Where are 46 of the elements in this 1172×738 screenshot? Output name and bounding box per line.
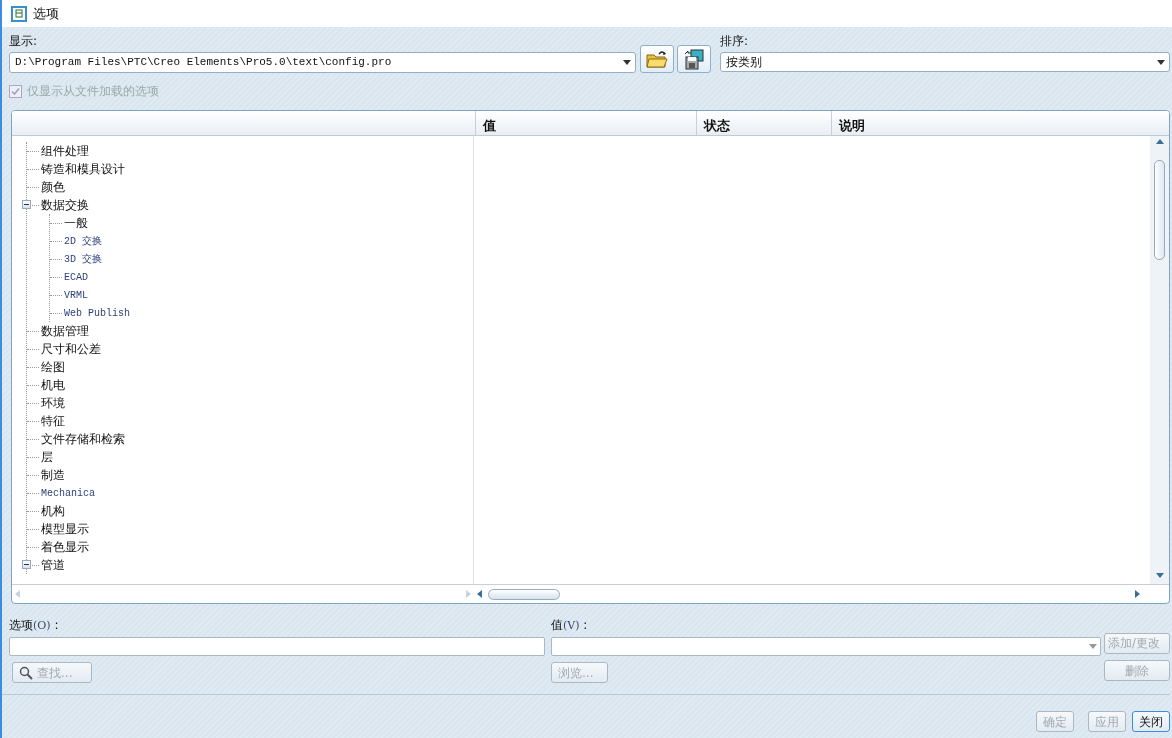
sort-dropdown[interactable]: 按类别 — [720, 52, 1170, 72]
tree-item[interactable]: ECAD — [64, 269, 88, 285]
display-label: 显示: — [9, 33, 39, 49]
tree-item[interactable]: 尺寸和公差 — [41, 340, 101, 358]
collapse-icon[interactable] — [22, 560, 31, 569]
tree-item[interactable]: 铸造和模具设计 — [41, 160, 125, 178]
display-dropdown[interactable]: D:\Program Files\PTC\Creo Elements\Pro5.0\text\config.pro — [9, 52, 636, 73]
tree-item[interactable]: 3D 交换 — [64, 251, 102, 267]
tree-item[interactable]: 机电 — [41, 376, 65, 394]
floppy-icon — [683, 48, 705, 70]
save-button[interactable] — [677, 45, 711, 73]
close-button[interactable]: 关闭 — [1132, 711, 1170, 732]
open-folder-button[interactable] — [640, 45, 674, 73]
tree-item[interactable]: 环境 — [41, 394, 65, 412]
tree-item[interactable]: 管道 — [41, 556, 65, 574]
tree-item[interactable]: 一般 — [64, 214, 88, 232]
tree-item[interactable]: 绘图 — [41, 358, 65, 376]
search-icon — [19, 665, 33, 680]
tree-item[interactable]: Web Publish — [64, 305, 130, 321]
checkbox-label: 仅显示从文件加载的选项 — [27, 83, 159, 100]
tree-item[interactable]: VRML — [64, 287, 88, 303]
tree-item[interactable]: 制造 — [41, 466, 65, 484]
tree-item[interactable]: 着色显示 — [41, 538, 89, 556]
folder-icon — [646, 49, 668, 69]
tree-item[interactable]: 颜色 — [41, 178, 65, 196]
sort-label: 排序: — [720, 33, 750, 49]
tree-item[interactable]: 层 — [41, 448, 53, 466]
column-header[interactable]: 值 — [475, 111, 696, 135]
value-dropdown[interactable] — [551, 637, 1101, 656]
column-header[interactable]: 说明 — [831, 111, 1169, 135]
tree-item[interactable]: 模型显示 — [41, 520, 89, 538]
tree-item[interactable]: 组件处理 — [41, 142, 89, 160]
column-header[interactable]: 状态 — [696, 111, 831, 135]
option-input-field[interactable] — [9, 637, 545, 656]
tree-item[interactable]: Mechanica — [41, 485, 95, 501]
tree-item[interactable]: 数据交换 — [41, 196, 89, 214]
tree-item[interactable]: 2D 交换 — [64, 233, 102, 249]
tree-item[interactable]: 特征 — [41, 412, 65, 430]
window-title: 选项 — [33, 4, 59, 23]
app-icon — [11, 5, 27, 22]
tree-item[interactable]: 机构 — [41, 502, 65, 520]
tree-item[interactable]: 文件存储和检索 — [41, 430, 125, 448]
value-label: 值(V) : — [551, 617, 589, 634]
tree-item[interactable]: 数据管理 — [41, 322, 89, 340]
option-label: 选项(O) : — [9, 617, 60, 634]
collapse-icon[interactable] — [22, 200, 31, 209]
